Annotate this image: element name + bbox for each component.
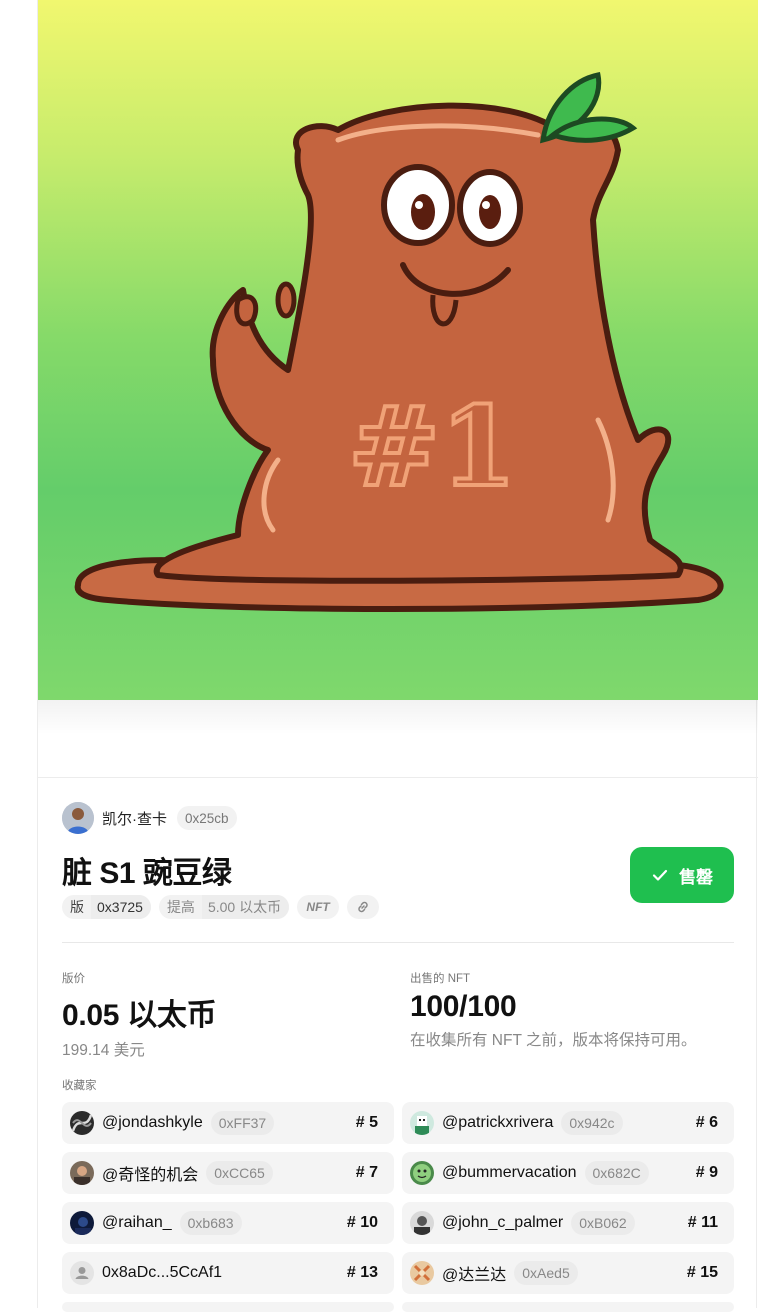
collector-number: # 15 — [686, 1264, 718, 1281]
collector-number: # 6 — [695, 1114, 718, 1131]
collector-name: @bummervacation — [442, 1164, 577, 1181]
edition-address: 0x3725 — [91, 895, 151, 919]
collector-avatar — [410, 1161, 434, 1185]
collector-number: # 5 — [355, 1114, 378, 1131]
price-label: 版价 — [62, 973, 85, 985]
collector-name: @raihan_ — [102, 1214, 172, 1231]
person-avatar-icon — [410, 1211, 434, 1235]
collector-row[interactable]: @raihan_ 0xb683 # 10 — [62, 1202, 394, 1244]
collector-name: 0x8aDc...5CcAf1 — [102, 1264, 223, 1281]
default-user-icon — [70, 1261, 94, 1285]
collector-name: @达兰达 — [442, 1267, 507, 1284]
collector-name: @patrickxrivera — [442, 1114, 554, 1131]
collector-number: # 7 — [355, 1164, 378, 1181]
collectors-label: 收藏家 — [62, 1080, 97, 1092]
price-stat: 版价 0.05 以太币 199.14 美元 — [62, 970, 217, 1060]
collectors-grid: @jondashkyle 0xFF37 # 5 @patrickxrivera … — [62, 1102, 734, 1312]
collector-avatar — [70, 1111, 94, 1135]
collector-row[interactable] — [62, 1302, 394, 1312]
price-usd: 199.14 美元 — [62, 1042, 145, 1059]
collector-address: 0xCC65 — [206, 1161, 273, 1185]
collector-row[interactable]: @bummervacation 0x682C # 9 — [402, 1152, 734, 1194]
collector-row[interactable] — [402, 1302, 734, 1312]
collector-avatar — [70, 1261, 94, 1285]
collector-address: 0xB062 — [571, 1211, 635, 1235]
checkmark-icon — [652, 869, 668, 881]
collector-avatar — [410, 1111, 434, 1135]
raise-pill: 提高 5.00 以太币 — [158, 895, 290, 919]
svg-text:#1: #1 — [348, 382, 517, 511]
nft-card: #1 凯尔·查卡 0x25cb 脏 S1 豌豆绿 版 0x3725 提高 5.0… — [37, 0, 758, 1312]
creator-row[interactable]: 凯尔·查卡 0x25cb — [62, 800, 734, 836]
collector-row[interactable]: 0x8aDc...5CcAf1 # 13 — [62, 1252, 394, 1294]
person-avatar-icon — [70, 1211, 94, 1235]
person-avatar-icon — [62, 802, 94, 834]
creator-name[interactable]: 凯尔·查卡 — [102, 808, 167, 829]
person-avatar-icon — [70, 1161, 94, 1185]
face-avatar-icon — [410, 1161, 434, 1185]
nft-meta-row: 版 0x3725 提高 5.00 以太币 NFT — [62, 895, 380, 919]
collector-row[interactable]: @奇怪的机会 0xCC65 # 7 — [62, 1152, 394, 1194]
collector-number: # 10 — [346, 1214, 378, 1231]
collector-number: # 11 — [687, 1214, 718, 1231]
sold-value: 100/100 — [410, 990, 517, 1023]
edition-label: 版 — [70, 899, 84, 915]
swirl-avatar-icon — [70, 1111, 94, 1135]
share-link-button[interactable] — [347, 895, 380, 919]
sold-label: 出售的 NFT — [410, 973, 471, 985]
nft-info-panel: 凯尔·查卡 0x25cb 脏 S1 豌豆绿 版 0x3725 提高 5.00 以… — [62, 800, 734, 1312]
pixel-avatar-icon — [410, 1111, 434, 1135]
artwork-footer — [38, 700, 758, 778]
collector-name: @jondashkyle — [102, 1114, 203, 1131]
collector-number: # 13 — [346, 1264, 378, 1281]
collector-avatar — [70, 1211, 94, 1235]
collector-address: 0x942c — [561, 1111, 623, 1135]
collector-avatar — [70, 1161, 94, 1185]
nft-title: 脏 S1 豌豆绿 — [62, 857, 232, 890]
collector-avatar — [410, 1261, 434, 1285]
collector-address: 0xAed5 — [514, 1261, 578, 1285]
edition-pill[interactable]: 版 0x3725 — [62, 895, 151, 919]
collector-row[interactable]: @jondashkyle 0xFF37 # 5 — [62, 1102, 394, 1144]
raise-label: 提高 — [166, 899, 195, 915]
raise-value: 5.00 以太币 — [201, 895, 290, 919]
collector-row[interactable]: @达兰达 0xAed5 # 15 — [402, 1252, 734, 1294]
collector-address: 0xb683 — [179, 1211, 242, 1235]
collector-address: 0x682C — [584, 1161, 649, 1185]
pattern-avatar-icon — [410, 1261, 434, 1285]
sold-out-label: 售罄 — [679, 867, 713, 887]
collector-row[interactable]: @john_c_palmer 0xB062 # 11 — [402, 1202, 734, 1244]
nft-badge[interactable]: NFT — [297, 895, 340, 919]
collector-avatar — [410, 1211, 434, 1235]
price-value: 0.05 以太币 — [62, 999, 217, 1032]
link-icon — [358, 901, 368, 913]
creator-avatar[interactable] — [62, 802, 94, 834]
collector-name: @奇怪的机会 — [102, 1167, 199, 1184]
sold-out-button[interactable]: 售罄 — [630, 847, 734, 903]
section-divider — [62, 942, 734, 943]
nft-artwork[interactable]: #1 — [38, 0, 758, 700]
sold-note: 在收集所有 NFT 之前，版本将保持可用。 — [410, 1032, 697, 1049]
collector-number: # 9 — [695, 1164, 718, 1181]
collector-name: @john_c_palmer — [442, 1214, 564, 1231]
mud-character-illustration: #1 — [74, 72, 724, 612]
collector-address: 0xFF37 — [210, 1111, 275, 1135]
creator-address[interactable]: 0x25cb — [177, 806, 237, 830]
collector-row[interactable]: @patrickxrivera 0x942c # 6 — [402, 1102, 734, 1144]
sold-stat: 出售的 NFT 100/100 在收集所有 NFT 之前，版本将保持可用。 — [410, 970, 696, 1050]
